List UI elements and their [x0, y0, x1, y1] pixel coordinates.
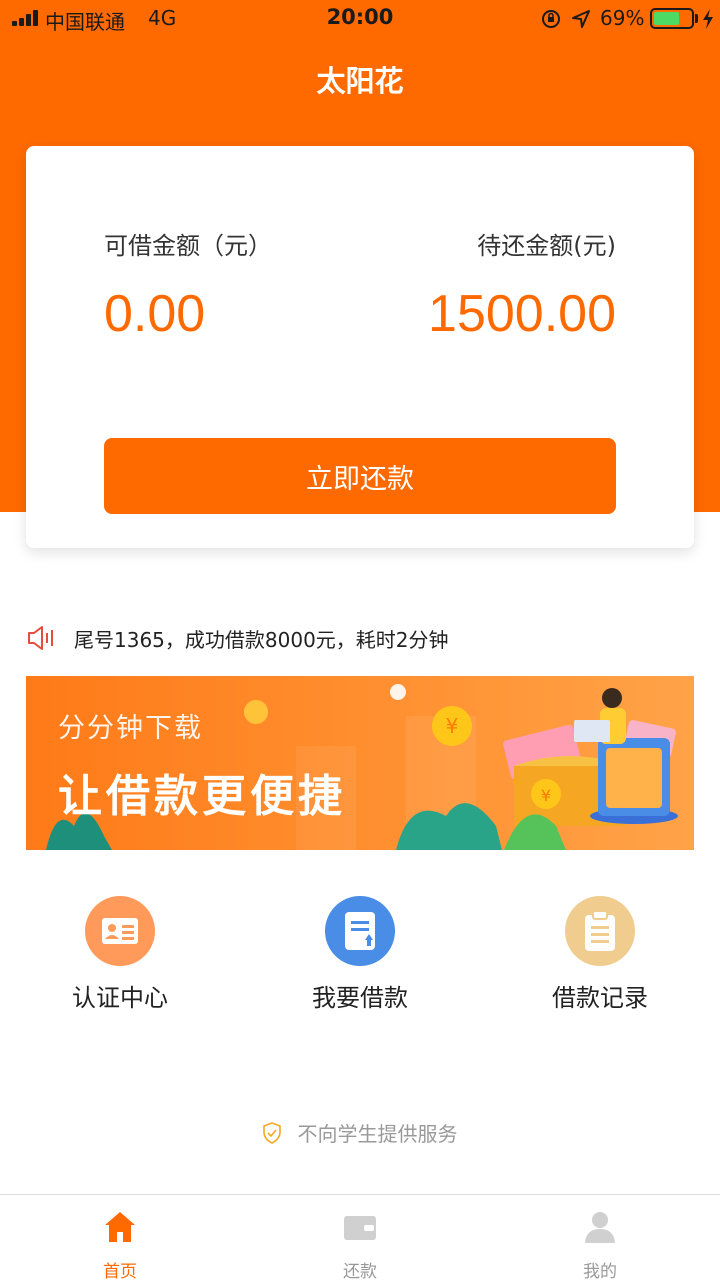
user-icon [585, 1212, 615, 1243]
notice-text: 尾号1365，成功借款8000元，耗时2分钟 [74, 628, 449, 652]
available-amount-value: 0.00 [104, 285, 206, 343]
shortcut-apply-loan[interactable]: 我要借款 [290, 896, 430, 1016]
tab-profile[interactable]: 我的 [480, 1195, 720, 1280]
shortcut-label: 我要借款 [312, 984, 408, 1012]
tab-repay[interactable]: 还款 [240, 1195, 480, 1280]
battery-percent: 69% [600, 6, 645, 30]
repay-now-button[interactable]: 立即还款 [104, 438, 616, 514]
charging-bolt-icon [703, 9, 713, 29]
home-icon [105, 1212, 135, 1242]
status-bar: 中国联通 4G 20:00 69% [0, 0, 720, 38]
bottom-tab-bar: 首页 还款 我的 [0, 1194, 720, 1280]
page-title: 太阳花 [316, 64, 404, 98]
tab-label: 还款 [343, 1262, 377, 1280]
student-disclaimer: 不向学生提供服务 [0, 1118, 720, 1148]
battery-cap [695, 14, 698, 23]
promo-banner[interactable]: ¥ ¥ 分分钟下载 让借款更便捷 [26, 676, 694, 850]
svg-text:¥: ¥ [541, 786, 551, 805]
shield-check-icon [263, 1121, 282, 1144]
disclaimer-text: 不向学生提供服务 [297, 1122, 458, 1146]
tab-label: 我的 [583, 1262, 617, 1280]
location-arrow-icon [572, 10, 590, 28]
rotation-lock-icon [542, 10, 560, 28]
shortcut-loan-records[interactable]: 借款记录 [530, 896, 670, 1016]
shortcut-label: 认证中心 [72, 984, 168, 1012]
notice-ticker: 尾号1365，成功借款8000元，耗时2分钟 [26, 622, 694, 654]
pending-amount-value: 1500.00 [428, 285, 616, 343]
shortcut-label: 借款记录 [552, 984, 648, 1012]
tab-label: 首页 [103, 1262, 137, 1280]
battery-icon [650, 8, 694, 29]
clipboard-icon [565, 896, 635, 966]
available-amount-label: 可借金额（元） [104, 232, 272, 260]
wallet-icon [344, 1216, 376, 1240]
pending-amount-label: 待还金额(元) [477, 232, 616, 260]
svg-text:¥: ¥ [446, 714, 459, 738]
loan-form-icon [325, 896, 395, 966]
loan-summary-card: 可借金额（元） 待还金额(元) 0.00 1500.00 立即还款 [26, 146, 694, 548]
id-card-icon [85, 896, 155, 966]
tab-home[interactable]: 首页 [0, 1195, 240, 1280]
home-screen: 中国联通 4G 20:00 69% 太阳花 可借金额（元） 待还金额(元) 0.… [0, 0, 720, 1280]
banner-headline: 让借款更便捷 [58, 771, 346, 822]
battery-level [654, 12, 679, 25]
banner-subtitle: 分分钟下载 [58, 713, 203, 744]
shortcut-verification-center[interactable]: 认证中心 [50, 896, 190, 1016]
speaker-icon [28, 626, 53, 650]
